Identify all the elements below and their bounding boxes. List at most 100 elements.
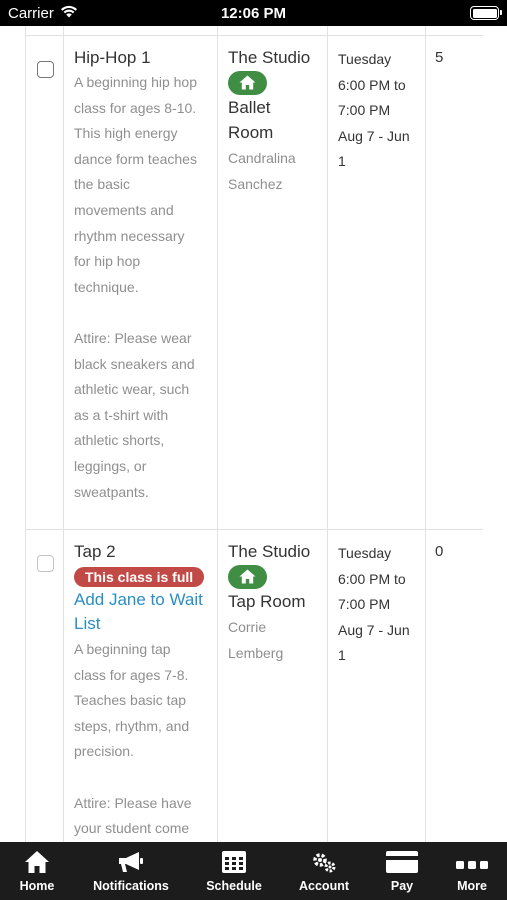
- select-class-checkbox[interactable]: [37, 61, 54, 78]
- enrollment-count: 0: [435, 540, 475, 564]
- home-icon: [239, 75, 256, 90]
- tab-bar: Home Notifications Schedule Account Pay: [0, 842, 507, 900]
- description-line: leggings, or: [74, 457, 147, 474]
- tab-label: Account: [299, 879, 349, 893]
- calendar-icon: [221, 850, 247, 879]
- description-line: This high energy: [74, 125, 178, 142]
- schedule-cell: Tuesday 6:00 PM to 7:00 PM Aug 7 - Jun 1: [338, 47, 423, 175]
- schedule-line: Aug 7 - Jun: [338, 621, 410, 638]
- teacher-line: Corrie: [228, 619, 267, 635]
- more-icon: [456, 856, 488, 874]
- schedule-line: Aug 7 - Jun: [338, 127, 410, 144]
- description-line: class for ages 8-10.: [74, 99, 197, 116]
- column-divider: [217, 26, 218, 842]
- column-divider: [25, 26, 26, 842]
- row-divider: [25, 35, 483, 36]
- description-line: rhythm necessary: [74, 227, 185, 244]
- tab-label: Home: [19, 879, 55, 893]
- schedule-line: 1: [338, 647, 346, 664]
- megaphone-icon: [117, 850, 145, 879]
- class-cell: Hip-Hop 1 A beginning hip hop class for …: [74, 46, 212, 505]
- column-divider: [327, 26, 328, 842]
- add-to-waitlist-link[interactable]: Add Jane to Wait List: [74, 588, 212, 636]
- description-line: for hip hop: [74, 253, 141, 270]
- home-location-badge: [228, 71, 267, 95]
- tab-label: Pay: [390, 879, 414, 893]
- schedule-line: 1: [338, 153, 346, 170]
- class-name: Tap 2: [74, 542, 116, 561]
- description-line: athletic wear, such: [74, 381, 190, 398]
- class-table: Hip-Hop 1 A beginning hip hop class for …: [0, 26, 507, 842]
- location-name: The Studio: [228, 48, 311, 67]
- waitlist-link-line[interactable]: List: [74, 612, 212, 636]
- class-name: Hip-Hop 1: [74, 48, 151, 67]
- tab-schedule[interactable]: Schedule: [196, 842, 272, 900]
- description-line: Attire: Please wear: [74, 329, 192, 346]
- tab-pay[interactable]: Pay: [372, 842, 432, 900]
- count-value: 5: [435, 49, 444, 66]
- home-icon: [239, 569, 256, 584]
- teacher-line: Candralina: [228, 150, 296, 166]
- description-line: black sneakers and: [74, 355, 195, 372]
- count-value: 0: [435, 543, 444, 560]
- teacher-line: Sanchez: [228, 175, 283, 192]
- column-divider: [425, 26, 426, 842]
- room-name: Tap Room: [228, 589, 323, 614]
- room-line: Room: [228, 123, 274, 142]
- schedule-line: 6:00 PM to: [338, 570, 406, 587]
- description-line: Attire: Please have: [74, 794, 192, 811]
- schedule-line: Tuesday: [338, 51, 392, 67]
- schedule-cell: Tuesday 6:00 PM to 7:00 PM Aug 7 - Jun 1: [338, 541, 423, 669]
- teacher-line: Lemberg: [228, 644, 284, 661]
- description-line: as a t-shirt with: [74, 406, 169, 423]
- description-line: A beginning tap: [74, 641, 171, 657]
- description-line: sweatpants.: [74, 483, 149, 500]
- schedule-line: 7:00 PM: [338, 102, 391, 119]
- class-cell: Tap 2 This class is full Add Jane to Wai…: [74, 540, 212, 842]
- description-line: A beginning hip hop: [74, 74, 197, 90]
- tab-label: Notifications: [93, 879, 169, 893]
- class-description: A beginning hip hop class for ages 8-10.…: [74, 70, 212, 505]
- description-line: your student come: [74, 820, 190, 837]
- select-class-checkbox[interactable]: [37, 555, 54, 572]
- location-cell: The Studio Tap Room Corrie Lemberg: [228, 540, 323, 666]
- description-line: technique.: [74, 278, 139, 295]
- waitlist-link-line[interactable]: Add Jane to Wait: [74, 588, 212, 612]
- row-divider: [25, 529, 483, 530]
- description-line: movements and: [74, 201, 174, 218]
- tab-label: Schedule: [206, 879, 262, 893]
- room-line: Ballet: [228, 98, 271, 117]
- schedule-line: 6:00 PM to: [338, 76, 406, 93]
- description-line: precision.: [74, 743, 134, 760]
- schedule-line: 7:00 PM: [338, 596, 391, 613]
- tab-account[interactable]: Account: [288, 842, 360, 900]
- class-full-badge: This class is full: [74, 567, 205, 587]
- description-line: the basic: [74, 176, 131, 193]
- class-description: A beginning tap class for ages 7-8. Teac…: [74, 637, 212, 842]
- description-line: Teaches basic tap: [74, 692, 187, 709]
- tab-more[interactable]: More: [444, 842, 500, 900]
- tab-label: More: [457, 879, 487, 893]
- gears-icon: [311, 850, 337, 879]
- schedule-line: Tuesday: [338, 545, 392, 561]
- teacher-name: Corrie Lemberg: [228, 615, 323, 666]
- enrollment-count: 5: [435, 46, 475, 70]
- room-name: Ballet Room: [228, 95, 323, 145]
- teacher-name: Candralina Sanchez: [228, 146, 323, 197]
- description-line: steps, rhythm, and: [74, 717, 190, 734]
- description-line: athletic shorts,: [74, 432, 165, 449]
- status-bar: Carrier 12:06 PM: [0, 0, 507, 26]
- credit-card-icon: [385, 850, 419, 879]
- room-line: Tap Room: [228, 592, 306, 611]
- description-line: dance form teaches: [74, 150, 197, 167]
- battery-icon: [470, 6, 502, 20]
- location-cell: The Studio Ballet Room Candralina Sanche…: [228, 46, 323, 197]
- column-divider: [63, 26, 64, 842]
- tab-notifications[interactable]: Notifications: [80, 842, 182, 900]
- location-name: The Studio: [228, 542, 311, 561]
- home-location-badge: [228, 565, 267, 589]
- clock: 12:06 PM: [220, 5, 287, 22]
- tab-home[interactable]: Home: [0, 842, 74, 900]
- home-icon: [24, 850, 50, 879]
- description-line: class for ages 7-8.: [74, 666, 189, 683]
